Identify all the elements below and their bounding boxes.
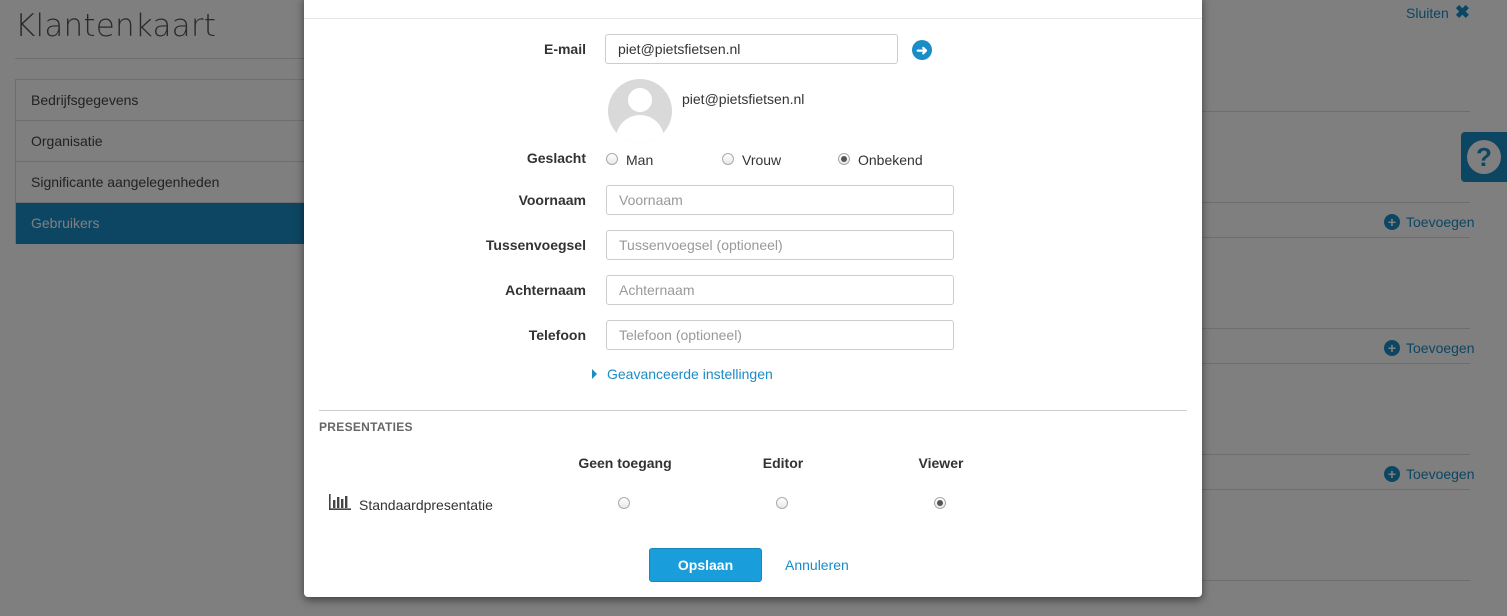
cancel-link[interactable]: Annuleren bbox=[785, 557, 849, 573]
access-radio-editor[interactable] bbox=[776, 497, 788, 509]
middle-name-field[interactable] bbox=[606, 230, 954, 260]
advanced-settings-label: Geavanceerde instellingen bbox=[607, 366, 773, 382]
caret-right-icon bbox=[592, 369, 597, 379]
gender-option-label: Man bbox=[626, 152, 654, 168]
access-radio-geen-toegang[interactable] bbox=[618, 497, 630, 509]
last-name-label: Achternaam bbox=[505, 282, 586, 298]
column-header-geen-toegang: Geen toegang bbox=[578, 455, 672, 471]
avatar-head bbox=[628, 88, 652, 112]
avatar-email: piet@pietsfietsen.nl bbox=[682, 91, 805, 107]
section-divider bbox=[319, 410, 1187, 411]
last-name-field[interactable] bbox=[606, 275, 954, 305]
gender-radio-onbekend[interactable] bbox=[838, 153, 850, 165]
phone-field[interactable] bbox=[606, 320, 954, 350]
presentations-title: PRESENTATIES bbox=[319, 420, 413, 434]
advanced-settings-toggle[interactable]: Geavanceerde instellingen bbox=[592, 366, 773, 382]
access-radio-viewer[interactable] bbox=[934, 497, 946, 509]
gender-radio-man[interactable] bbox=[606, 153, 618, 165]
gender-label: Geslacht bbox=[526, 150, 586, 166]
column-header-viewer: Viewer bbox=[918, 455, 964, 471]
column-header-editor: Editor bbox=[762, 455, 804, 471]
arrow-right-icon[interactable]: ➜ bbox=[912, 40, 932, 60]
modal-header-divider bbox=[304, 18, 1202, 19]
gender-option-label: Onbekend bbox=[858, 152, 923, 168]
avatar bbox=[608, 79, 672, 143]
bar-chart-icon bbox=[329, 494, 351, 510]
gender-radio-vrouw[interactable] bbox=[722, 153, 734, 165]
middle-name-label: Tussenvoegsel bbox=[485, 237, 586, 253]
user-modal: E-mail ➜ piet@pietsfietsen.nl Geslacht M… bbox=[304, 0, 1202, 597]
first-name-label: Voornaam bbox=[518, 192, 586, 208]
phone-label: Telefoon bbox=[528, 327, 586, 343]
email-field[interactable] bbox=[605, 34, 898, 64]
first-name-field[interactable] bbox=[606, 185, 954, 215]
gender-option-label: Vrouw bbox=[742, 152, 782, 168]
presentation-name: Standaardpresentatie bbox=[359, 497, 493, 513]
save-button[interactable]: Opslaan bbox=[649, 548, 762, 582]
email-label: E-mail bbox=[543, 41, 586, 57]
avatar-body bbox=[616, 115, 664, 143]
